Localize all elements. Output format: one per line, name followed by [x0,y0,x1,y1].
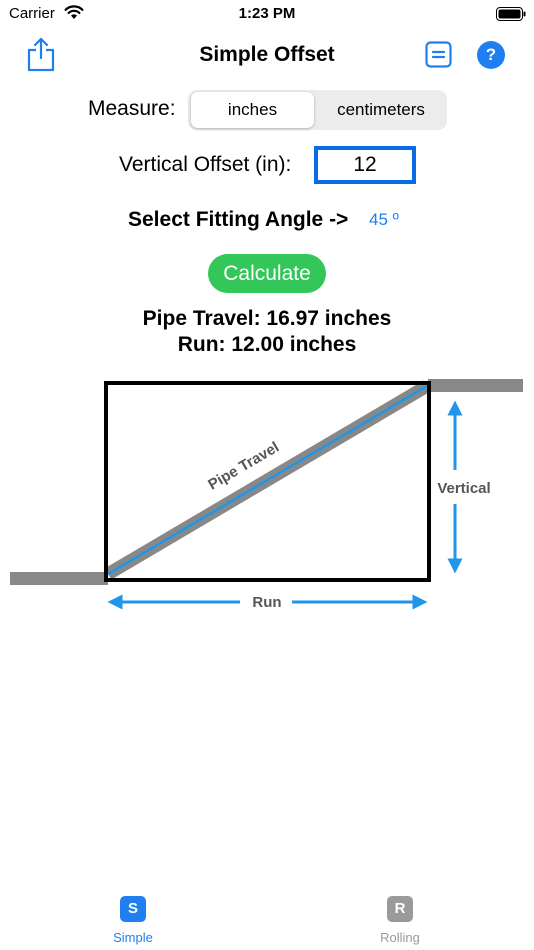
question-icon: ? [485,45,497,64]
status-time: 1:23 PM [238,5,296,22]
vertical-label: Vertical [437,480,490,497]
navigation-bar: Simple Offset ? [0,30,534,80]
run-result: Run: 12.00 inches [177,333,357,356]
page-title: Simple Offset [199,43,335,66]
offset-diagram: Pipe Travel Vertical Run [10,379,523,611]
pipe-travel-result: Pipe Travel: 16.97 inches [142,307,392,330]
measure-label: Measure: [88,97,176,120]
tab-rolling[interactable]: R Rolling [350,896,450,945]
measure-option-centimeters[interactable]: centimeters [316,92,446,128]
fitting-angle-picker[interactable]: 45 º [369,210,399,230]
list-icon[interactable] [425,41,452,68]
pipe-centerline [107,384,428,576]
simple-tab-icon: S [120,896,146,922]
left-pipe [10,572,108,585]
tab-bar: S Simple R Rolling [0,890,534,950]
right-pipe [428,379,523,392]
help-button[interactable]: ? [477,41,505,69]
status-bar: Carrier 1:23 PM [0,0,534,30]
battery-icon [496,7,526,21]
fitting-angle-label: Select Fitting Angle -> [128,208,349,231]
tab-simple-label: Simple [113,930,153,945]
tab-rolling-label: Rolling [380,930,420,945]
measure-option-inches[interactable]: inches [191,92,314,128]
vertical-offset-input[interactable] [314,146,416,184]
vertical-offset-label: Vertical Offset (in): [119,153,292,176]
measure-segmented-control: inches centimeters [188,90,447,130]
calculate-button[interactable]: Calculate [208,254,326,293]
rolling-tab-icon: R [387,896,413,922]
tab-simple[interactable]: S Simple [83,896,183,945]
run-label: Run [252,594,281,611]
